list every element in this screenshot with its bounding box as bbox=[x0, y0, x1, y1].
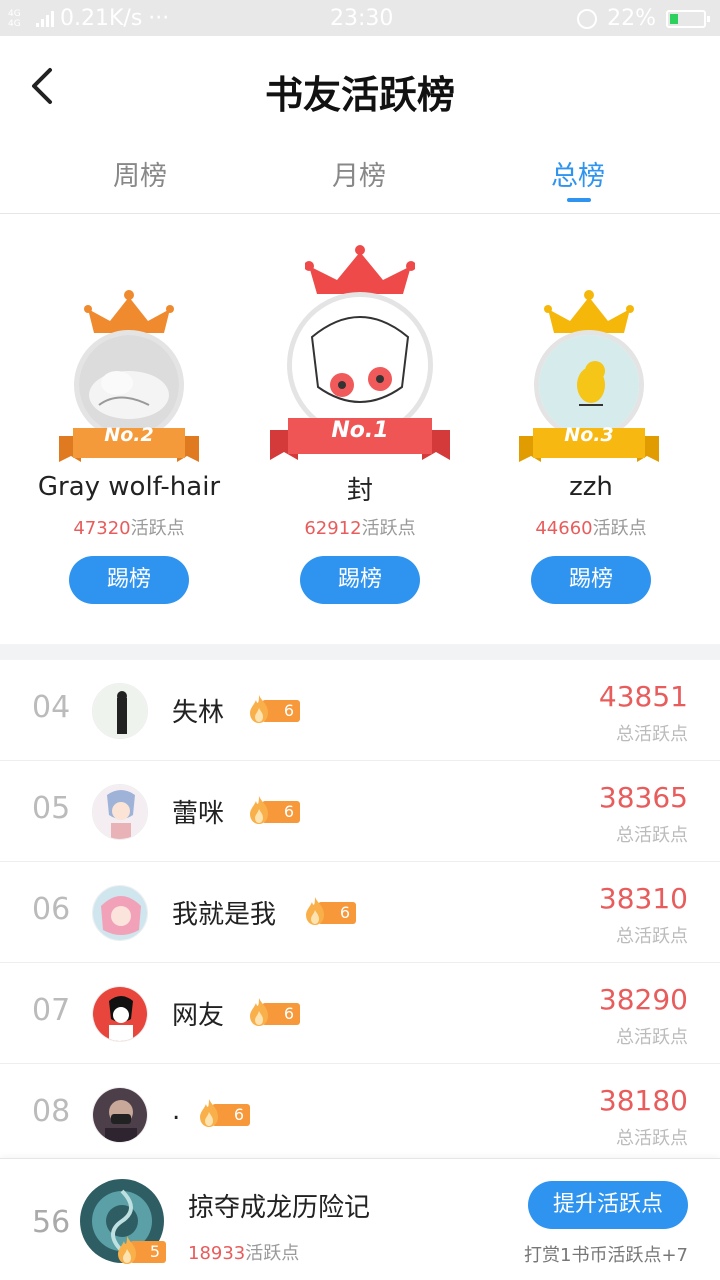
more-dots: ··· bbox=[148, 6, 170, 31]
podium-points: 47320活跃点 bbox=[73, 518, 185, 539]
clock: 23:30 bbox=[330, 6, 394, 31]
list-item[interactable]: 06 我就是我 6 38310 总活跃点 bbox=[0, 862, 720, 963]
score-label: 总活跃点 bbox=[616, 724, 688, 745]
my-level-badge: 5 bbox=[116, 1236, 166, 1265]
score-label: 总活跃点 bbox=[616, 926, 688, 947]
my-rank-bar: 56 5 掠夺成龙历险记 18933活跃点 提升活跃点 打赏1书币活跃点+7 bbox=[0, 1158, 720, 1280]
avatar[interactable] bbox=[92, 986, 148, 1042]
total-score: 43851 bbox=[598, 680, 688, 713]
level-badge: 6 bbox=[248, 998, 300, 1027]
user-name: 蕾咪 bbox=[172, 799, 225, 829]
flame-icon bbox=[250, 796, 268, 824]
user-name: 网友 bbox=[172, 1001, 225, 1031]
status-left: 4G 4G 0.21K/s ··· bbox=[8, 6, 169, 31]
list-item[interactable]: 08 . 6 38180 总活跃点 bbox=[0, 1064, 720, 1165]
tab-active-indicator bbox=[567, 198, 591, 202]
total-score: 38180 bbox=[598, 1084, 688, 1117]
level-badge: 6 bbox=[248, 796, 300, 825]
avatar[interactable] bbox=[92, 683, 148, 739]
top-three-podium: No.2 Gray wolf-hair 47320活跃点 踢榜 No.1 封 6… bbox=[0, 214, 720, 644]
flame-icon bbox=[250, 998, 268, 1026]
level-badge: 6 bbox=[198, 1099, 250, 1128]
podium-points: 44660活跃点 bbox=[535, 518, 647, 539]
signal-icon bbox=[36, 10, 54, 27]
reward-hint: 打赏1书币活跃点+7 bbox=[524, 1245, 688, 1266]
rank-label: No.2 bbox=[104, 424, 154, 446]
avatar[interactable] bbox=[92, 885, 148, 941]
podium-rank-3: No.3 zzh 44660活跃点 踢榜 bbox=[476, 214, 706, 614]
tab-total[interactable]: 总榜 bbox=[508, 154, 648, 193]
flame-icon bbox=[250, 695, 268, 723]
tab-bar: 周榜 月榜 总榜 bbox=[0, 136, 720, 214]
rank-label: No.1 bbox=[331, 418, 389, 443]
user-name: 失林 bbox=[172, 698, 225, 728]
network-type: 4G 4G bbox=[8, 8, 21, 29]
level-badge: 6 bbox=[304, 897, 356, 926]
kick-button[interactable]: 踢榜 bbox=[531, 556, 651, 604]
podium-rank-2: No.2 Gray wolf-hair 47320活跃点 踢榜 bbox=[14, 214, 244, 614]
alarm-icon bbox=[577, 8, 598, 29]
boost-activity-button[interactable]: 提升活跃点 bbox=[528, 1181, 688, 1229]
user-name: . bbox=[172, 1096, 181, 1126]
avatar[interactable] bbox=[92, 1087, 148, 1143]
list-item[interactable]: 07 网友 6 38290 总活跃点 bbox=[0, 963, 720, 1064]
total-score: 38310 bbox=[598, 882, 688, 915]
my-points: 18933活跃点 bbox=[188, 1243, 300, 1264]
flame-icon bbox=[200, 1099, 218, 1127]
total-score: 38290 bbox=[598, 983, 688, 1016]
score-label: 总活跃点 bbox=[616, 825, 688, 846]
podium-name: Gray wolf-hair bbox=[37, 472, 221, 502]
podium-name: 封 bbox=[346, 476, 373, 506]
rank-number: 05 bbox=[32, 791, 71, 826]
kick-button[interactable]: 踢榜 bbox=[69, 556, 189, 604]
avatar[interactable] bbox=[92, 784, 148, 840]
rank-number: 07 bbox=[32, 993, 71, 1028]
battery-percent: 22% bbox=[607, 6, 656, 31]
page-title: 书友活跃榜 bbox=[264, 72, 455, 117]
app-header: 书友活跃榜 bbox=[0, 36, 720, 136]
status-right: 22% bbox=[577, 6, 710, 31]
level-badge: 6 bbox=[248, 695, 300, 724]
list-item[interactable]: 05 蕾咪 6 38365 总活跃点 bbox=[0, 761, 720, 862]
kick-button[interactable]: 踢榜 bbox=[300, 556, 420, 604]
flame-icon bbox=[118, 1236, 136, 1264]
tab-monthly[interactable]: 月榜 bbox=[289, 154, 429, 193]
network-speed: 0.21K/s bbox=[60, 6, 143, 31]
tab-weekly[interactable]: 周榜 bbox=[70, 154, 210, 193]
my-rank-number: 56 bbox=[32, 1205, 71, 1240]
battery-icon bbox=[666, 9, 710, 28]
total-score: 38365 bbox=[598, 781, 688, 814]
score-label: 总活跃点 bbox=[616, 1128, 688, 1149]
podium-points: 62912活跃点 bbox=[304, 518, 416, 539]
rank-label: No.3 bbox=[564, 424, 614, 446]
podium-name: zzh bbox=[569, 472, 613, 502]
ranking-list: 04 失林 6 43851 总活跃点 05 蕾咪 6 38365 总活跃点 06… bbox=[0, 660, 720, 1165]
status-bar: 4G 4G 0.21K/s ··· 23:30 22% bbox=[0, 0, 720, 36]
rank-number: 08 bbox=[32, 1094, 71, 1129]
my-user-name: 掠夺成龙历险记 bbox=[188, 1193, 371, 1223]
podium-rank-1: No.1 封 62912活跃点 踢榜 bbox=[245, 214, 475, 614]
user-name: 我就是我 bbox=[172, 900, 277, 930]
rank-number: 06 bbox=[32, 892, 71, 927]
flame-icon bbox=[306, 897, 324, 925]
rank-number: 04 bbox=[32, 690, 71, 725]
list-item[interactable]: 04 失林 6 43851 总活跃点 bbox=[0, 660, 720, 761]
score-label: 总活跃点 bbox=[616, 1027, 688, 1048]
